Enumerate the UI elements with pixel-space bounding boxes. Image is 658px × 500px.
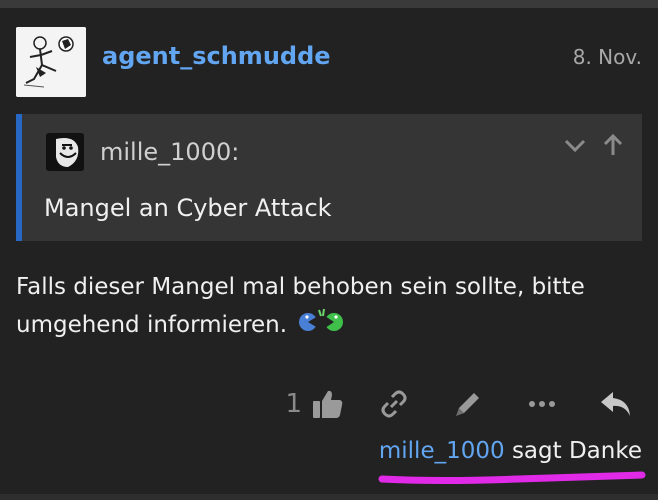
reply-icon bbox=[601, 392, 630, 416]
edit-button[interactable] bbox=[442, 382, 494, 426]
post-body: Falls dieser Mangel mal behoben sein sol… bbox=[16, 268, 626, 345]
more-dots-icon bbox=[529, 401, 555, 407]
bottom-divider bbox=[0, 494, 658, 500]
troll-face-icon bbox=[46, 133, 84, 171]
thanks-username[interactable]: mille_1000 bbox=[379, 438, 505, 464]
reply-button[interactable] bbox=[590, 382, 642, 426]
pencil-icon bbox=[456, 393, 479, 416]
arrow-up-icon[interactable] bbox=[600, 132, 626, 162]
copy-link-button[interactable] bbox=[368, 382, 420, 426]
like-count[interactable]: 1 bbox=[285, 389, 302, 419]
author-avatar[interactable] bbox=[16, 27, 86, 97]
top-divider bbox=[0, 0, 658, 8]
like-button[interactable] bbox=[310, 382, 346, 426]
magenta-underline-annotation bbox=[378, 471, 646, 484]
pacman-chase-emoji-icon bbox=[298, 307, 344, 345]
soccer-player-sketch-icon bbox=[16, 27, 86, 97]
post-date[interactable]: 8. Nov. bbox=[573, 45, 642, 69]
quote-author-name: mille_1000: bbox=[100, 138, 240, 166]
quote-block: mille_1000: Mangel an Cyber Attack bbox=[16, 114, 642, 241]
thumbs-up-icon bbox=[313, 390, 343, 418]
thanks-text: sagt Danke bbox=[504, 438, 642, 464]
author-username[interactable]: agent_schmudde bbox=[102, 42, 331, 70]
post-actions: 1 bbox=[285, 382, 642, 426]
more-button[interactable] bbox=[516, 382, 568, 426]
chevron-down-icon[interactable] bbox=[562, 132, 588, 162]
link-icon bbox=[381, 390, 407, 418]
quote-controls bbox=[562, 132, 626, 162]
quote-text: Mangel an Cyber Attack bbox=[44, 194, 332, 222]
thanks-line: mille_1000 sagt Danke bbox=[379, 438, 642, 464]
quote-author-avatar bbox=[46, 133, 84, 171]
